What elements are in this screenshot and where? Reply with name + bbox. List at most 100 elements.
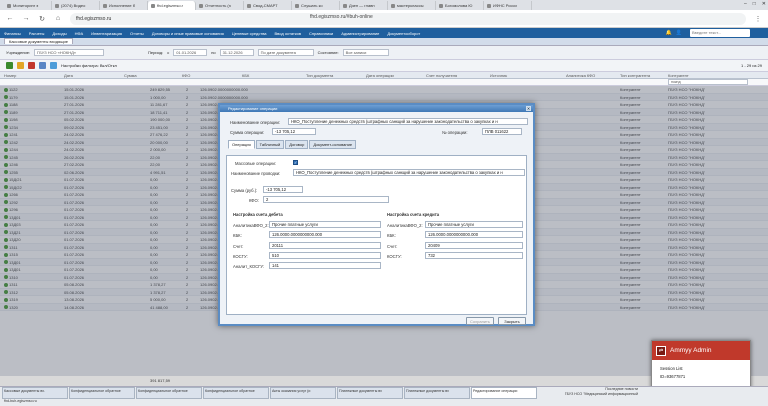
contractor-filter-input[interactable]: нокнд: [668, 79, 748, 85]
minimize-icon[interactable]: –: [744, 1, 747, 7]
open-window-tab[interactable]: Конфиденциальное обратное: [69, 387, 135, 399]
close-button[interactable]: Закрыть: [498, 317, 526, 325]
maximize-icon[interactable]: □: [753, 1, 756, 7]
entry-name-field[interactable]: НКО_Поступление денежных средств (штрафн…: [293, 169, 525, 176]
browser-tab[interactable]: мастерклассы: [388, 1, 436, 10]
home-icon[interactable]: ⌂: [54, 15, 62, 22]
menu-item[interactable]: Инвентаризация: [91, 31, 122, 36]
op-name-label: Наименование операции:: [230, 120, 281, 125]
date-to-input[interactable]: 31.12.2026: [219, 49, 254, 56]
menu-item[interactable]: Справочники: [309, 31, 333, 36]
op-sum-field[interactable]: -13 705,12: [272, 128, 316, 135]
delete-icon[interactable]: [28, 62, 35, 69]
credit-account-field[interactable]: 20409: [425, 242, 523, 249]
debit-kosgu-field[interactable]: 510: [269, 252, 381, 259]
dialog-tab[interactable]: Операция: [228, 140, 255, 149]
url-field[interactable]: fhd.egiszmso.ru: [70, 12, 746, 25]
print-icon[interactable]: [39, 62, 46, 69]
open-window-tab[interactable]: Платежные документы вх: [337, 387, 403, 399]
open-window-tab[interactable]: Платежные документы вх: [404, 387, 470, 399]
debit-analytic-field[interactable]: Прочие платные услуги: [269, 221, 381, 228]
edit-icon[interactable]: [17, 62, 24, 69]
dialog-tab[interactable]: Договор: [285, 140, 309, 149]
debit-account-field[interactable]: 20111: [269, 242, 381, 249]
menu-item[interactable]: Отчеты: [130, 31, 144, 36]
column-header[interactable]: Аналитика КФО: [566, 73, 595, 78]
column-header[interactable]: Источник: [490, 73, 507, 78]
credit-analytic-field[interactable]: Прочие платные услуги: [425, 221, 523, 228]
menu-item[interactable]: Доходы: [52, 31, 66, 36]
date-mode-select[interactable]: По дате документа: [257, 49, 314, 56]
op-num-field[interactable]: ПЛВ 011622: [482, 128, 522, 135]
column-header[interactable]: Тип документа: [306, 73, 333, 78]
browser-tab[interactable]: Слушать ко: [292, 1, 340, 10]
date-from-input[interactable]: 01.01.2026: [173, 49, 208, 56]
column-header[interactable]: Дата: [64, 73, 73, 78]
menu-item[interactable]: Документооборот: [387, 31, 420, 36]
from-label: с: [167, 50, 170, 55]
browser-tab[interactable]: Дзен — главн: [340, 1, 388, 10]
open-window-tab[interactable]: Кассовые документы вх.: [2, 387, 68, 399]
menu-item[interactable]: Целевые средства: [232, 31, 267, 36]
column-header[interactable]: Контрагент: [668, 73, 689, 78]
browser-tab[interactable]: Отчетность (э: [196, 1, 244, 10]
mass-ops-checkbox[interactable]: ✓: [293, 160, 298, 165]
open-window-tab[interactable]: Акты оказания услуг (и: [270, 387, 336, 399]
state-select[interactable]: Все записи: [342, 49, 389, 56]
browser-tab[interactable]: Исполнение б: [100, 1, 148, 10]
browser-tab[interactable]: Свод-СМАРТ: [244, 1, 292, 10]
dialog-tab[interactable]: Табличный: [255, 140, 285, 149]
debit-an-kosgu-field[interactable]: 141: [269, 262, 381, 269]
column-header[interactable]: Тип контрагента: [620, 73, 650, 78]
user-icon[interactable]: 👤: [676, 30, 682, 36]
back-icon[interactable]: ←: [6, 15, 14, 22]
browser-tab[interactable]: ИФНС Росси: [484, 1, 532, 10]
column-header[interactable]: Счет получателя: [426, 73, 457, 78]
menu-item[interactable]: Администрирование: [341, 31, 379, 36]
bell-icon[interactable]: 🔔: [666, 30, 672, 36]
menu-item[interactable]: Ввод остатков: [275, 31, 301, 36]
state-label: Состояние:: [317, 50, 339, 55]
column-header[interactable]: КБК: [242, 73, 249, 78]
extensions-icon[interactable]: ⋮: [754, 15, 762, 23]
menu-item[interactable]: Финансы: [4, 31, 21, 36]
org-select[interactable]: ГБУЗ НСО «НОКНД»: [34, 49, 105, 56]
ammyy-session-list[interactable]: Session List: [652, 360, 750, 371]
main-menu: Финансы Расчеты Доходы НФА Инвентаризация Отч…: [4, 31, 420, 36]
close-window-icon[interactable]: ✕: [762, 1, 766, 7]
dialog-tab[interactable]: Документ-основание: [309, 140, 357, 149]
debit-kbk-field[interactable]: 126.0000.0000000000.000: [269, 231, 381, 238]
open-window-tab[interactable]: Конфиденциальное обратное: [136, 387, 202, 399]
forward-icon[interactable]: →: [22, 15, 30, 22]
column-header[interactable]: Сумма: [124, 73, 137, 78]
column-header[interactable]: Дата операции: [366, 73, 394, 78]
credit-kosgu-field[interactable]: 732: [425, 252, 523, 259]
browser-tab[interactable]: (2074) Видео: [52, 1, 100, 10]
close-icon[interactable]: ✕: [526, 106, 531, 111]
tab-cash-docs[interactable]: Кассовые документы входящие: [4, 38, 73, 44]
add-icon[interactable]: [6, 62, 13, 69]
sum-rub-field[interactable]: -13 705,12: [263, 186, 303, 193]
browser-tab[interactable]: Мониторинг э: [4, 1, 52, 10]
save-button[interactable]: Сохранить: [466, 317, 494, 325]
open-window-tab[interactable]: Конфиденциальное обратное: [203, 387, 269, 399]
menu-item[interactable]: Расчеты: [29, 31, 45, 36]
refresh-icon[interactable]: [50, 62, 57, 69]
app-search-input[interactable]: Введите текст...: [690, 29, 750, 37]
credit-kbk-field[interactable]: 126.0000.0000000000.000: [425, 231, 523, 238]
reload-icon[interactable]: ↻: [38, 15, 46, 23]
menu-item[interactable]: Договоры и иные правовые основания: [152, 31, 224, 36]
menu-item[interactable]: НФА: [75, 31, 84, 36]
kfo-field[interactable]: 2: [263, 196, 389, 203]
column-header[interactable]: КФО: [182, 73, 190, 78]
browser-tab-label: Исполнение б: [109, 3, 136, 8]
op-name-field[interactable]: НКО_Поступление денежных средств (штрафн…: [288, 118, 528, 125]
credit-kosgu-label: КОСГУ:: [387, 254, 402, 259]
op-num-label: № операции:: [442, 130, 468, 135]
browser-tab[interactable]: Богомолова Ю: [436, 1, 484, 10]
browser-tab[interactable]: fhd.egiszmso.r: [148, 1, 196, 10]
column-header[interactable]: Номер: [4, 73, 16, 78]
filter-settings-toggle[interactable]: Настройки фильтра: Вкл/Откл: [61, 63, 117, 68]
open-window-tab[interactable]: Редактирование операции: [471, 387, 537, 399]
debit-account-label: Счет:: [233, 244, 244, 249]
